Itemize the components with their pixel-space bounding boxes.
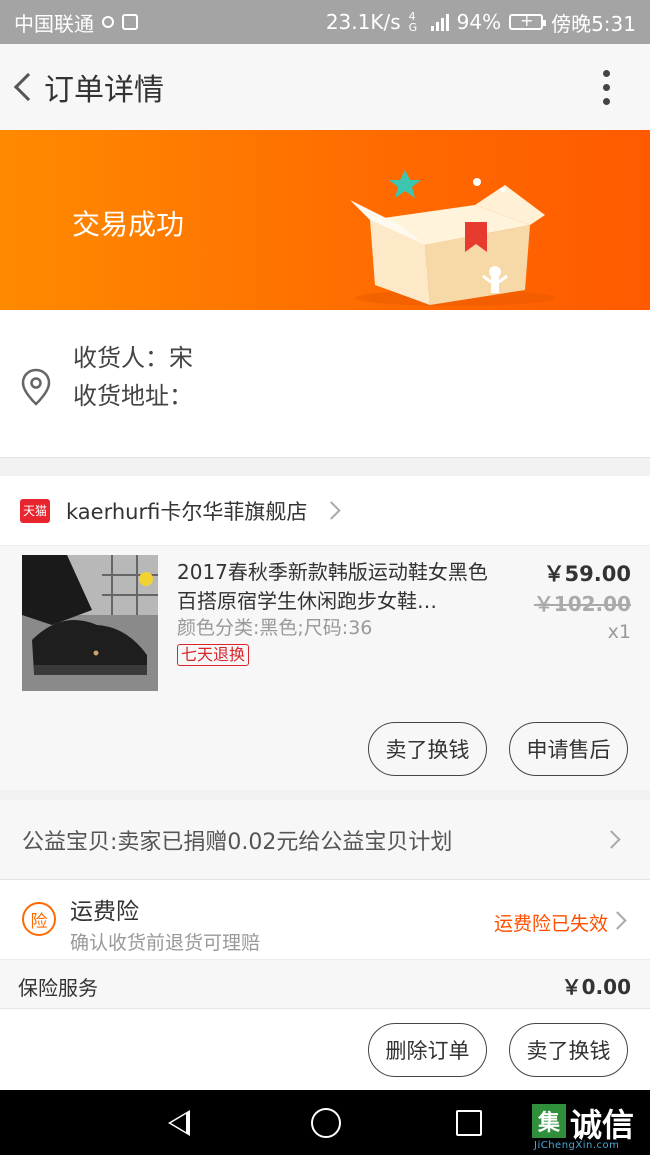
product-thumbnail[interactable] bbox=[22, 555, 158, 691]
watermark-logo-icon: 集 bbox=[532, 1104, 566, 1138]
receiver-address: 收货地址： bbox=[73, 382, 193, 410]
back-button[interactable] bbox=[0, 44, 44, 130]
product-spec: 颜色分类:黑色;尺码:36 bbox=[177, 617, 373, 639]
battery-icon bbox=[509, 11, 547, 30]
status-bar: 中国联通 23.1K/s 4G 94% 傍晚5:31 bbox=[0, 0, 650, 44]
bottom-action-bar: 删除订单 卖了换钱 bbox=[0, 1008, 650, 1090]
tmall-badge: 天猫 bbox=[20, 498, 50, 523]
insurance-service-value: ￥0.00 bbox=[561, 975, 631, 999]
network-type: 4G bbox=[408, 10, 418, 34]
more-menu-button[interactable] bbox=[576, 44, 636, 130]
freight-insurance-row[interactable]: 险 运费险 确认收货前退货可理赔 运费险已失效 bbox=[0, 880, 650, 960]
notification-icon bbox=[102, 16, 114, 28]
return-policy-badge: 七天退换 bbox=[177, 644, 250, 666]
charity-text: 公益宝贝:卖家已捐赠0.02元给公益宝贝计划 bbox=[22, 829, 453, 855]
insurance-service-label: 保险服务 bbox=[18, 976, 98, 1000]
app-notification-icon bbox=[122, 14, 138, 30]
more-dot-icon bbox=[602, 83, 610, 91]
sell-for-cash-button[interactable]: 卖了换钱 bbox=[368, 722, 487, 776]
order-status-text: 交易成功 bbox=[72, 208, 185, 241]
product-original-price: ￥102.00 bbox=[533, 592, 631, 616]
sell-for-cash-button-bottom[interactable]: 卖了换钱 bbox=[509, 1023, 628, 1077]
receiver-name: 收货人：宋 bbox=[73, 344, 193, 372]
chevron-right-icon bbox=[602, 830, 621, 849]
carrier-label: 中国联通 bbox=[14, 11, 94, 36]
product-title[interactable]: 2017春秋季新款韩版运动鞋女黑色百搭原宿学生休闲跑步女鞋… bbox=[177, 558, 492, 616]
delete-order-button[interactable]: 删除订单 bbox=[368, 1023, 487, 1077]
signal-icon bbox=[430, 13, 449, 31]
freight-insurance-title: 运费险 bbox=[70, 899, 139, 925]
battery-percent: 94% bbox=[456, 10, 502, 34]
chevron-right-icon bbox=[608, 911, 627, 930]
chevron-right-icon bbox=[322, 501, 342, 520]
chevron-left-icon bbox=[13, 72, 43, 102]
more-dot-icon bbox=[602, 69, 610, 77]
order-item: 2017春秋季新款韩版运动鞋女黑色百搭原宿学生休闲跑步女鞋… 颜色分类:黑色;尺… bbox=[0, 546, 650, 790]
insurance-icon: 险 bbox=[22, 902, 56, 936]
shipping-address-section[interactable]: 收货人：宋 收货地址： bbox=[0, 310, 650, 458]
location-pin-icon bbox=[21, 368, 51, 406]
freight-insurance-subtitle: 确认收货前退货可理赔 bbox=[70, 932, 261, 954]
product-price: ￥59.00 bbox=[543, 562, 631, 586]
recents-square-icon[interactable] bbox=[456, 1110, 482, 1136]
page-title: 订单详情 bbox=[44, 73, 164, 108]
product-quantity: x1 bbox=[607, 621, 631, 643]
charity-row[interactable]: 公益宝贝:卖家已捐赠0.02元给公益宝贝计划 bbox=[0, 800, 650, 880]
store-row[interactable]: 天猫 kaerhurfi卡尔华菲旗舰店 bbox=[0, 476, 650, 546]
insurance-service-row: 保险服务 ￥0.00 bbox=[0, 960, 650, 1010]
clock: 傍晚5:31 bbox=[551, 11, 636, 36]
apply-after-sale-button[interactable]: 申请售后 bbox=[509, 722, 628, 776]
nav-bar: 订单详情 bbox=[0, 44, 650, 130]
back-triangle-icon[interactable] bbox=[168, 1110, 190, 1136]
watermark: 集 诚信 JiChengXin.com bbox=[532, 1096, 650, 1152]
gift-box-illustration bbox=[350, 170, 555, 306]
watermark-url: JiChengXin.com bbox=[534, 1140, 620, 1151]
store-name: kaerhurfi卡尔华菲旗舰店 bbox=[66, 499, 308, 524]
network-speed: 23.1K/s bbox=[325, 10, 401, 34]
system-nav-bar: 集 诚信 JiChengXin.com bbox=[0, 1090, 650, 1155]
freight-insurance-status: 运费险已失效 bbox=[493, 913, 608, 935]
more-dot-icon bbox=[602, 97, 610, 105]
home-circle-icon[interactable] bbox=[311, 1108, 341, 1138]
order-status-banner: 交易成功 bbox=[0, 130, 650, 310]
